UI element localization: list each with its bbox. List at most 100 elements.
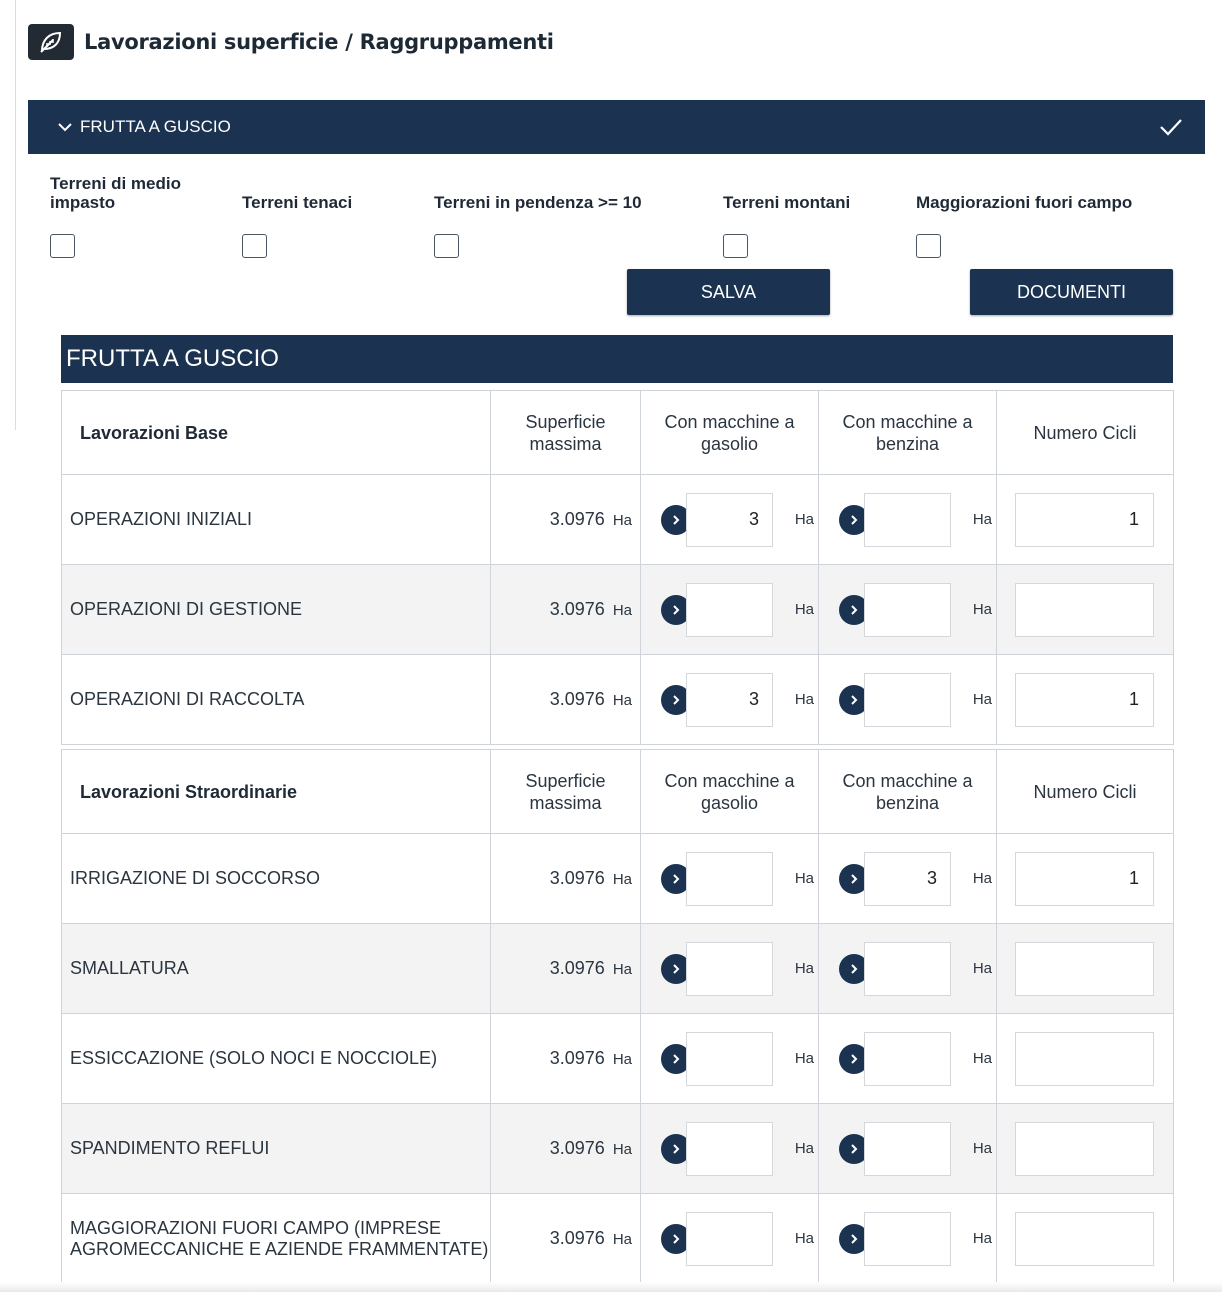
gasolio-input[interactable] — [686, 851, 773, 906]
table-row: OPERAZIONI DI GESTIONE 3.0976 Ha Ha Ha — [61, 564, 1174, 655]
benzina-cell: Ha — [818, 1013, 997, 1104]
cicli-input[interactable] — [1015, 1211, 1154, 1266]
accordion-label: FRUTTA A GUSCIO — [80, 117, 231, 136]
cicli-cell — [996, 1193, 1174, 1284]
superficie-value: 3.0976 — [549, 958, 605, 978]
bottom-shadow — [0, 1282, 1222, 1292]
table-row: OPERAZIONI INIZIALI 3.0976 Ha Ha Ha — [61, 474, 1174, 565]
superficie-value: 3.0976 — [549, 509, 605, 529]
table-row: SMALLATURA 3.0976 Ha Ha Ha — [61, 923, 1174, 1014]
superficie-value: 3.0976 — [549, 1138, 605, 1158]
cicli-cell — [996, 474, 1174, 565]
superficie-value: 3.0976 — [549, 1228, 605, 1248]
cicli-cell — [996, 1103, 1174, 1194]
option-pendenza: Terreni in pendenza >= 10 — [434, 168, 642, 258]
cicli-input[interactable] — [1015, 582, 1154, 637]
table-row: ESSICCAZIONE (SOLO NOCI E NOCCIOLE) 3.097… — [61, 1013, 1174, 1104]
unit-label: Ha — [794, 1139, 814, 1157]
gasolio-input[interactable] — [686, 941, 773, 996]
cicli-input[interactable] — [1015, 1121, 1154, 1176]
option-label: Maggiorazioni fuori campo — [916, 193, 1133, 212]
gasolio-input[interactable] — [686, 672, 773, 727]
unit-label: Ha — [612, 602, 632, 619]
gasolio-cell: Ha — [640, 654, 819, 745]
unit-label: Ha — [612, 871, 632, 888]
row-superficie: 3.0976 Ha — [490, 833, 641, 924]
table-row: IRRIGAZIONE DI SOCCORSO 3.0976 Ha Ha Ha — [61, 833, 1174, 924]
benzina-cell: Ha — [818, 474, 997, 565]
unit-label: Ha — [612, 1051, 632, 1068]
extraordinary-table: Lavorazioni Straordinarie Superficie mas… — [61, 749, 1174, 1284]
save-button[interactable]: SALVA — [627, 269, 830, 315]
unit-label: Ha — [794, 869, 814, 887]
benzina-input[interactable] — [864, 582, 951, 637]
cicli-input[interactable] — [1015, 851, 1154, 906]
checkbox-fuori-campo[interactable] — [916, 234, 941, 258]
documents-button[interactable]: DOCUMENTI — [970, 269, 1173, 315]
unit-label: Ha — [972, 869, 992, 887]
row-name: MAGGIORAZIONI FUORI CAMPO (IMPRESE AGROM… — [61, 1193, 491, 1284]
cicli-input[interactable] — [1015, 941, 1154, 996]
gasolio-input[interactable] — [686, 492, 773, 547]
table-row: OPERAZIONI DI RACCOLTA 3.0976 Ha Ha Ha — [61, 654, 1174, 745]
cicli-input[interactable] — [1015, 672, 1154, 727]
col-gasolio: Con macchine a gasolio — [640, 749, 819, 834]
checkbox-pendenza[interactable] — [434, 234, 459, 258]
left-divider — [15, 0, 16, 430]
checkbox-tenaci[interactable] — [242, 234, 267, 258]
unit-label: Ha — [794, 510, 814, 528]
cicli-input[interactable] — [1015, 1031, 1154, 1086]
row-name: IRRIGAZIONE DI SOCCORSO — [61, 833, 491, 924]
table-header-title: Lavorazioni Straordinarie — [61, 749, 491, 834]
superficie-value: 3.0976 — [549, 689, 605, 709]
row-superficie: 3.0976 Ha — [490, 654, 641, 745]
gasolio-input[interactable] — [686, 582, 773, 637]
unit-label: Ha — [794, 600, 814, 618]
benzina-input[interactable] — [864, 492, 951, 547]
checkbox-medio-impasto[interactable] — [50, 234, 75, 258]
option-fuori-campo: Maggiorazioni fuori campo — [916, 168, 1132, 258]
unit-label: Ha — [972, 600, 992, 618]
gasolio-input[interactable] — [686, 1211, 773, 1266]
row-name: OPERAZIONI DI RACCOLTA — [61, 654, 491, 745]
cicli-cell — [996, 564, 1174, 655]
unit-label: Ha — [972, 510, 992, 528]
soil-options: Terreni di medio impasto Terreni tenaci … — [50, 168, 1180, 268]
section-title: FRUTTA A GUSCIO — [61, 335, 1173, 383]
gasolio-cell: Ha — [640, 474, 819, 565]
row-name: ESSICCAZIONE (SOLO NOCI E NOCCIOLE) — [61, 1013, 491, 1104]
superficie-value: 3.0976 — [549, 1048, 605, 1068]
unit-label: Ha — [794, 959, 814, 977]
unit-label: Ha — [794, 690, 814, 708]
benzina-input[interactable] — [864, 851, 951, 906]
superficie-value: 3.0976 — [549, 599, 605, 619]
table-row: MAGGIORAZIONI FUORI CAMPO (IMPRESE AGROM… — [61, 1193, 1174, 1284]
benzina-input[interactable] — [864, 941, 951, 996]
gasolio-cell: Ha — [640, 1103, 819, 1194]
base-table: Lavorazioni Base Superficie massima Con … — [61, 390, 1174, 745]
option-montani: Terreni montani — [723, 168, 850, 258]
checkbox-montani[interactable] — [723, 234, 748, 258]
accordion-header[interactable]: FRUTTA A GUSCIO — [28, 100, 1205, 154]
benzina-input[interactable] — [864, 672, 951, 727]
benzina-cell: Ha — [818, 833, 997, 924]
col-cicli: Numero Cicli — [996, 390, 1174, 475]
cicli-input[interactable] — [1015, 492, 1154, 547]
unit-label: Ha — [612, 1231, 632, 1248]
gasolio-cell: Ha — [640, 1013, 819, 1104]
row-superficie: 3.0976 Ha — [490, 474, 641, 565]
option-label: Terreni di medio impasto — [50, 174, 181, 212]
col-gasolio: Con macchine a gasolio — [640, 390, 819, 475]
unit-label: Ha — [794, 1049, 814, 1067]
unit-label: Ha — [972, 1229, 992, 1247]
gasolio-input[interactable] — [686, 1031, 773, 1086]
benzina-input[interactable] — [864, 1031, 951, 1086]
cicli-cell — [996, 833, 1174, 924]
unit-label: Ha — [612, 692, 632, 709]
row-superficie: 3.0976 Ha — [490, 1103, 641, 1194]
benzina-input[interactable] — [864, 1211, 951, 1266]
unit-label: Ha — [794, 1229, 814, 1247]
row-name: SMALLATURA — [61, 923, 491, 1014]
gasolio-input[interactable] — [686, 1121, 773, 1176]
benzina-input[interactable] — [864, 1121, 951, 1176]
